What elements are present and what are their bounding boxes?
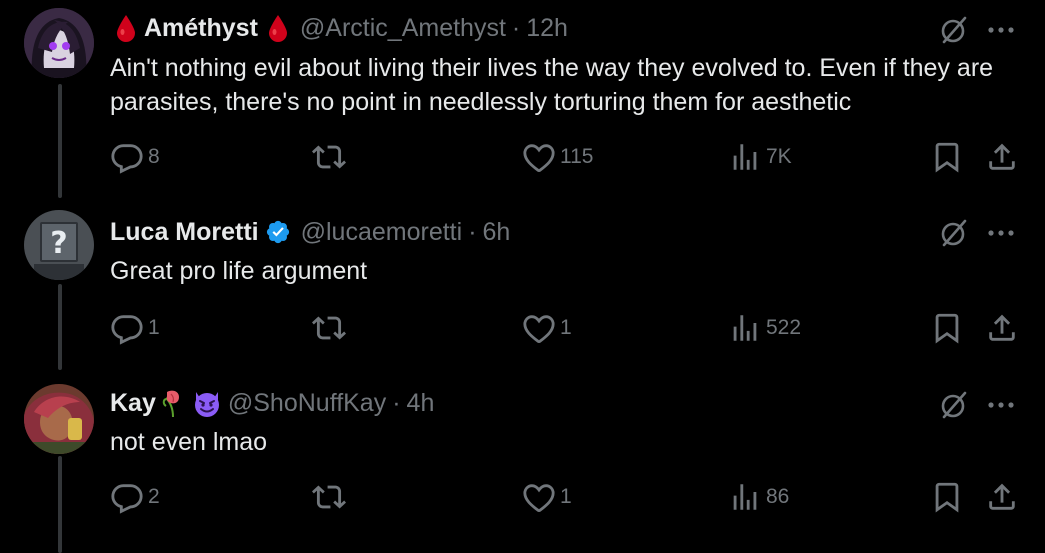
drop-of-blood-emoji bbox=[116, 14, 136, 42]
separator: · bbox=[392, 388, 401, 417]
handle[interactable]: @Arctic_Amethyst bbox=[300, 14, 506, 43]
reply-kay[interactable]: Kay @ShoNuffKay · 4h not even lmao 2 1 8… bbox=[0, 370, 1045, 553]
share-icon bbox=[989, 483, 1015, 510]
reply-button[interactable]: 1 bbox=[110, 308, 160, 348]
retweet-button[interactable] bbox=[312, 137, 350, 177]
avatar-image bbox=[24, 8, 94, 78]
timestamp[interactable]: 4h bbox=[407, 389, 435, 418]
more-button[interactable] bbox=[983, 389, 1019, 421]
share-button[interactable] bbox=[985, 477, 1019, 517]
bookmark-button[interactable] bbox=[930, 308, 964, 348]
action-bar: 1 1 522 bbox=[0, 308, 1045, 348]
share-icon bbox=[989, 143, 1015, 170]
more-button[interactable] bbox=[983, 217, 1019, 249]
reply-luca-moretti[interactable]: ? Luca Moretti @lucaemoretti · 6h Great … bbox=[0, 198, 1045, 370]
like-button[interactable]: 115 bbox=[522, 137, 593, 177]
avatar-image bbox=[24, 384, 94, 454]
like-count: 1 bbox=[560, 316, 572, 339]
reply-amethyst[interactable]: Améthyst @Arctic_Amethyst · 12h Ain't no… bbox=[0, 0, 1045, 198]
grok-icon bbox=[941, 16, 967, 44]
view-count: 522 bbox=[766, 316, 802, 339]
heart-icon bbox=[523, 484, 555, 513]
reply-text: not even lmao bbox=[110, 428, 268, 456]
views-button[interactable]: 7K bbox=[728, 137, 792, 177]
separator: · bbox=[468, 217, 477, 246]
more-icon bbox=[988, 230, 1014, 236]
views-icon bbox=[733, 484, 757, 510]
svg-text:?: ? bbox=[50, 226, 67, 261]
bookmark-icon bbox=[935, 313, 959, 344]
drop-of-blood-emoji bbox=[268, 14, 288, 42]
action-bar: 8 115 7K bbox=[0, 137, 1045, 177]
reply-header: Améthyst @Arctic_Amethyst · 12h bbox=[116, 11, 568, 45]
reply-count: 1 bbox=[148, 316, 160, 339]
grok-button[interactable] bbox=[938, 14, 970, 46]
retweet-button[interactable] bbox=[312, 477, 350, 517]
handle[interactable]: @ShoNuffKay bbox=[228, 389, 386, 418]
bookmark-icon bbox=[935, 142, 959, 173]
avatar-luca-moretti[interactable]: ? bbox=[24, 210, 94, 280]
retweet-icon bbox=[312, 316, 346, 340]
reply-button[interactable]: 2 bbox=[110, 477, 160, 517]
reply-count: 2 bbox=[148, 485, 160, 508]
share-button[interactable] bbox=[985, 308, 1019, 348]
views-icon bbox=[733, 144, 757, 170]
separator: · bbox=[511, 13, 521, 42]
retweet-icon bbox=[312, 145, 346, 169]
reply-header: Luca Moretti @lucaemoretti · 6h bbox=[110, 215, 510, 249]
action-bar: 2 1 86 bbox=[0, 477, 1045, 517]
avatar-amethyst[interactable] bbox=[24, 8, 94, 78]
wilted-flower-emoji bbox=[162, 388, 184, 418]
share-button[interactable] bbox=[985, 137, 1019, 177]
more-icon bbox=[988, 27, 1014, 33]
display-name[interactable]: Luca Moretti bbox=[110, 218, 259, 247]
bookmark-button[interactable] bbox=[930, 137, 964, 177]
smiling-devil-emoji bbox=[192, 388, 222, 418]
grok-icon bbox=[941, 219, 967, 247]
like-button[interactable]: 1 bbox=[522, 308, 572, 348]
avatar-image: ? bbox=[24, 210, 94, 280]
reply-text: Great pro life argument bbox=[110, 257, 368, 285]
grok-icon bbox=[941, 391, 967, 419]
views-icon bbox=[733, 315, 757, 341]
bookmark-icon bbox=[935, 482, 959, 513]
like-count: 1 bbox=[560, 485, 572, 508]
grok-button[interactable] bbox=[938, 389, 970, 421]
reply-button[interactable]: 8 bbox=[110, 137, 160, 177]
like-count: 115 bbox=[560, 145, 594, 168]
reply-count: 8 bbox=[148, 145, 160, 168]
reply-icon bbox=[111, 144, 143, 174]
reply-icon bbox=[111, 484, 143, 514]
more-button[interactable] bbox=[983, 14, 1019, 46]
more-icon bbox=[988, 402, 1014, 408]
display-name[interactable]: Kay bbox=[110, 389, 156, 418]
views-button[interactable]: 522 bbox=[728, 308, 801, 348]
timestamp[interactable]: 12h bbox=[526, 14, 568, 43]
reply-text: Ain't nothing evil about living their li… bbox=[110, 54, 994, 116]
verified-badge-icon bbox=[265, 219, 291, 245]
heart-icon bbox=[523, 144, 555, 173]
grok-button[interactable] bbox=[938, 217, 970, 249]
heart-icon bbox=[523, 315, 555, 344]
reply-header: Kay @ShoNuffKay · 4h bbox=[110, 386, 434, 420]
retweet-icon bbox=[312, 485, 346, 509]
reply-icon bbox=[111, 315, 143, 345]
handle[interactable]: @lucaemoretti bbox=[301, 218, 463, 247]
display-name[interactable]: Améthyst bbox=[144, 14, 258, 43]
bookmark-button[interactable] bbox=[930, 477, 964, 517]
retweet-button[interactable] bbox=[312, 308, 350, 348]
share-icon bbox=[989, 314, 1015, 341]
views-button[interactable]: 86 bbox=[728, 477, 789, 517]
avatar-kay[interactable] bbox=[24, 384, 94, 454]
like-button[interactable]: 1 bbox=[522, 477, 572, 517]
view-count: 86 bbox=[766, 485, 790, 508]
timestamp[interactable]: 6h bbox=[483, 218, 511, 247]
view-count: 7K bbox=[766, 145, 792, 168]
